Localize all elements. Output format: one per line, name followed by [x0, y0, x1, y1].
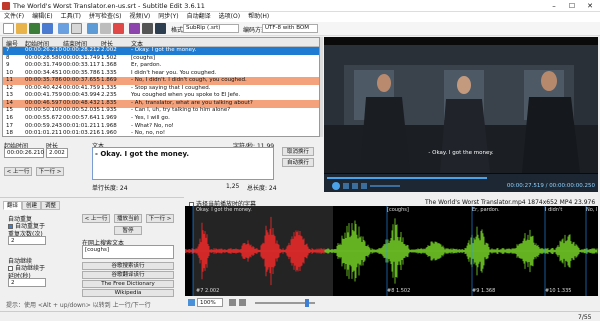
- tab-translate[interactable]: 翻译: [3, 201, 23, 210]
- encoding-select[interactable]: UTF-8 with BOM: [262, 24, 318, 33]
- visual-sync-icon[interactable]: [87, 23, 98, 34]
- maximize-button[interactable]: ☐: [563, 0, 581, 12]
- subtitle-grid[interactable]: 编号 起始时间 结束时间 时长 文本 7 00:00:26.210 00:00:28…: [2, 37, 320, 137]
- google-translate-button[interactable]: 谷歌翻译该行: [82, 271, 174, 279]
- unbreak-button[interactable]: 取消换行: [282, 147, 314, 156]
- table-row[interactable]: 18 00:01:01.211 00:01:03.216 1.960 - No, no,…: [3, 130, 319, 137]
- video-info: The World's Worst Translator.mp4 1874x65…: [425, 199, 596, 206]
- cursor-position: 1,25: [226, 183, 240, 190]
- tab-create[interactable]: 创建: [22, 201, 42, 210]
- play-current-button[interactable]: 播放当前: [114, 214, 142, 223]
- menu-tools[interactable]: 工具(T): [57, 12, 85, 22]
- search-text-input[interactable]: [coughs]: [82, 245, 174, 259]
- prev-line-button[interactable]: < 上一行: [4, 167, 32, 176]
- close-button[interactable]: ✕: [581, 0, 599, 12]
- segment-label-8: [coughs]: [387, 207, 409, 213]
- line-counter: 7/55: [578, 314, 592, 321]
- tab-adjust[interactable]: 调整: [41, 201, 61, 210]
- single-line-length: 单行长度: 24: [92, 185, 128, 192]
- find-icon[interactable]: [58, 23, 69, 34]
- replace-icon[interactable]: [71, 23, 82, 34]
- spellcheck-icon[interactable]: [100, 23, 111, 34]
- encoding-value: UTF-8 with BOM: [265, 25, 309, 31]
- translate-next-button[interactable]: 下一行 >: [146, 214, 174, 223]
- menu-sync[interactable]: 同步(Y): [154, 12, 182, 22]
- pause-button[interactable]: 暂停: [114, 226, 142, 235]
- format-select[interactable]: SubRip (.srt): [183, 24, 239, 33]
- segment-num-9: #9 1.368: [472, 288, 496, 294]
- cell-text: - No, no, no!: [131, 130, 166, 137]
- segment-label-7: Okay. I got the money.: [196, 207, 252, 213]
- segment-num-8: #8 1.502: [387, 288, 411, 294]
- segment-num-7: #7 2.002: [196, 288, 220, 294]
- duration-input[interactable]: 2.002: [46, 148, 68, 158]
- format-value: SubRip (.srt): [186, 25, 221, 31]
- free-dictionary-button[interactable]: The Free Dictionary: [82, 280, 174, 288]
- segment-label-11: No, I: [586, 207, 598, 213]
- new-file-icon[interactable]: [3, 23, 14, 34]
- cell-start: 00:01:01.211: [25, 130, 62, 137]
- cell-end: 00:01:03.216: [63, 130, 100, 137]
- speed-slider-thumb[interactable]: [305, 299, 309, 307]
- segment-label-10: I didn't: [545, 207, 563, 213]
- title-bar: The World's Worst Translator.en-us.srt -…: [0, 0, 600, 12]
- minimize-button[interactable]: –: [545, 0, 563, 12]
- grid-scrollbar[interactable]: [320, 37, 323, 137]
- menu-autotranslate[interactable]: 自动翻译: [183, 12, 215, 22]
- open-folder-icon[interactable]: [16, 23, 27, 34]
- auto-break-button[interactable]: 自动换行: [282, 158, 314, 167]
- waveform-graph: [185, 206, 598, 296]
- format-label: 格式: [171, 27, 184, 34]
- menu-spellcheck[interactable]: 拼写检查(S): [85, 12, 126, 22]
- settings-icon[interactable]: [113, 23, 124, 34]
- menu-options[interactable]: 选项(O): [215, 12, 244, 22]
- status-bar: 7/55: [0, 311, 600, 321]
- zoom-icon[interactable]: [188, 299, 195, 306]
- segment-num-10: #10 1.335: [545, 288, 572, 294]
- menu-video[interactable]: 视频(V): [125, 12, 154, 22]
- menu-bar: 文件(F) 编辑(E) 工具(T) 拼写检查(S) 视频(V) 同步(Y) 自动翻译 选项(O…: [0, 12, 600, 22]
- menu-help[interactable]: 帮助(H): [244, 12, 273, 22]
- grid-header: 编号 起始时间 结束时间 时长 文本: [3, 38, 319, 48]
- start-time-input[interactable]: 00:00:26.210: [4, 148, 44, 158]
- zoom-select[interactable]: 100%: [197, 298, 223, 307]
- waveform-zoom-out-icon[interactable]: [229, 299, 236, 306]
- wikipedia-button[interactable]: Wikipedia: [82, 289, 174, 297]
- cell-n: 18: [6, 130, 13, 137]
- menu-edit[interactable]: 编辑(E): [28, 12, 56, 22]
- toolbar: 格式 SubRip (.srt) 编码方式 UTF-8 with BOM: [0, 22, 600, 36]
- waveform-toolbar: 100%: [185, 297, 598, 309]
- translate-prev-button[interactable]: < 上一行: [82, 214, 110, 223]
- next-line-button[interactable]: 下一行 >: [36, 167, 64, 176]
- video-progress[interactable]: [327, 177, 487, 179]
- google-it-button[interactable]: 谷歌搜索该行: [82, 262, 174, 270]
- app-icon: [2, 2, 10, 10]
- waveform-zoom-in-icon[interactable]: [239, 299, 246, 306]
- cell-dur: 1.960: [101, 130, 117, 137]
- repeat-count-select[interactable]: 2: [8, 236, 46, 245]
- help-icon[interactable]: [129, 23, 140, 34]
- video-subtitle: - Okay. I got the money.: [428, 150, 494, 156]
- window-title: The World's Worst Translator.en-us.srt -…: [13, 2, 205, 10]
- total-length: 总长度: 24: [247, 185, 277, 192]
- save-icon[interactable]: [29, 23, 40, 34]
- subtitle-text-editor[interactable]: - Okay. I got the money.: [92, 147, 274, 180]
- video-icon[interactable]: [142, 23, 153, 34]
- delay-select[interactable]: 2: [8, 278, 46, 287]
- waveform-header: 选择当前播放时的字幕 The World's Worst Translator.…: [185, 198, 598, 208]
- navigation-hint: 提示：使用 <Alt + up/down> 以转到 上一行/下一行: [6, 302, 151, 309]
- segment-label-9: Er, pardon.: [472, 207, 500, 213]
- waveform-icon[interactable]: [155, 23, 166, 34]
- video-controls: 00:00:27.519 / 00:00:00:00.250: [324, 174, 598, 192]
- menu-file[interactable]: 文件(F): [0, 12, 28, 22]
- video-time: 00:00:27.519 / 00:00:00:00.250: [506, 183, 595, 189]
- save-as-icon[interactable]: [42, 23, 53, 34]
